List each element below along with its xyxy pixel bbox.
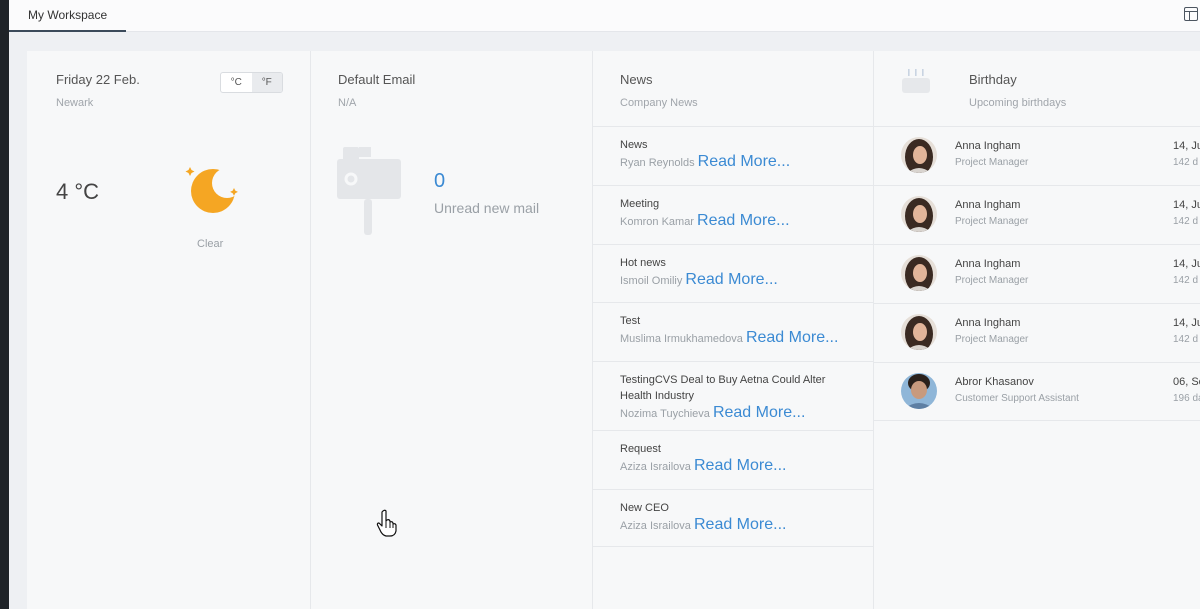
birthday-item[interactable]: Anna Ingham Project Manager 14, Ju 142 d [874,244,1200,303]
birthday-role: Project Manager [955,157,1029,168]
hand-cursor-icon [376,509,397,537]
news-item-title: News [620,139,648,151]
unread-mail-count[interactable]: 0 [434,170,445,193]
news-item-author: Muslima Irmukhamedova [620,333,746,345]
tab-my-workspace[interactable]: My Workspace [9,0,126,32]
news-widget: News Company News News Ryan Reynolds Rea… [593,51,874,609]
birthday-name: Anna Ingham [955,258,1021,270]
news-item-title: Test [620,315,641,327]
birthday-item[interactable]: Anna Ingham Project Manager 14, Ju 142 d [874,185,1200,244]
news-item-title: Hot news [620,257,666,269]
dashboard-panel: Friday 22 Feb. Newark °C °F 4 °C Clear D… [27,51,1200,609]
fahrenheit-button[interactable]: °F [251,73,282,92]
birthday-days-left: 142 d [1173,334,1199,345]
unit-toggle[interactable]: °C °F [220,72,283,93]
news-item[interactable]: Hot news Ismoil Omiliy Read More... [593,244,874,302]
read-more-link[interactable]: Read More... [713,404,805,421]
read-more-link[interactable]: Read More... [698,153,790,170]
news-item[interactable]: TestingCVS Deal to Buy Aetna Could Alter… [593,361,874,430]
news-item-title: New CEO [620,502,669,514]
news-item[interactable]: Request Aziza Israilova Read More... [593,430,874,489]
layout-icon[interactable] [1184,7,1198,21]
news-item-title: Meeting [620,198,660,210]
birthday-widget: Birthday Upcoming birthdays Anna Ingham … [874,51,1200,609]
birthday-days-left: 142 d [1173,216,1199,227]
birthday-name: Abror Khasanov [955,376,1034,388]
birthday-name: Anna Ingham [955,140,1021,152]
news-title: News [620,72,653,87]
unread-mail-label: Unread new mail [434,200,540,216]
birthday-date: 14, Ju [1173,317,1200,329]
celsius-button[interactable]: °C [221,73,252,92]
email-subtitle: N/A [338,97,357,109]
news-item-author: Komron Kamar [620,216,698,228]
news-item-author: Ryan Reynolds [620,157,698,169]
avatar [901,255,937,291]
news-item[interactable]: Test Muslima Irmukhamedova Read More... [593,302,874,361]
birthday-days-left: 142 d [1173,275,1199,286]
avatar [901,137,937,173]
weather-condition: Clear [197,238,224,250]
birthday-role: Project Manager [955,216,1029,227]
birthday-date: 14, Ju [1173,258,1200,270]
news-item-title: Request [620,443,661,455]
birthday-list: Anna Ingham Project Manager 14, Ju 142 d… [874,126,1200,421]
top-bar: My Workspace [9,0,1200,32]
avatar [901,196,937,232]
news-item-author: Aziza Israilova [620,520,694,532]
weather-city: Newark [56,97,94,109]
birthday-date: 14, Ju [1173,199,1200,211]
birthday-days-left: 196 da [1173,393,1200,404]
news-list: News Ryan Reynolds Read More... Meeting … [593,126,874,547]
news-item[interactable]: News Ryan Reynolds Read More... [593,126,874,185]
birthday-item[interactable]: Anna Ingham Project Manager 14, Ju 142 d [874,126,1200,185]
temperature: 4 °C [56,179,100,204]
news-item-title: TestingCVS Deal to Buy Aetna Could Alter… [620,374,826,402]
cake-icon [902,69,930,93]
avatar [901,373,937,409]
birthday-item[interactable]: Anna Ingham Project Manager 14, Ju 142 d [874,303,1200,362]
mailbox-icon [337,147,401,235]
read-more-link[interactable]: Read More... [694,516,786,533]
email-widget: Default Email N/A 0 Unread new mail [311,51,593,609]
birthday-name: Anna Ingham [955,199,1021,211]
moon-icon [185,167,242,213]
news-item[interactable]: New CEO Aziza Israilova Read More... [593,489,874,547]
news-item[interactable]: Meeting Komron Kamar Read More... [593,185,874,244]
weather-widget: Friday 22 Feb. Newark °C °F 4 °C Clear [27,51,311,609]
avatar [901,314,937,350]
news-item-author: Ismoil Omiliy [620,275,686,287]
birthday-name: Anna Ingham [955,317,1021,329]
email-title: Default Email [338,72,416,87]
read-more-link[interactable]: Read More... [746,329,838,346]
birthday-days-left: 142 d [1173,157,1199,168]
read-more-link[interactable]: Read More... [697,212,789,229]
birthday-date: 14, Ju [1173,140,1200,152]
birthday-title: Birthday [969,72,1017,87]
birthday-item[interactable]: Abror Khasanov Customer Support Assistan… [874,362,1200,421]
birthday-role: Customer Support Assistant [955,393,1079,404]
left-edge [0,0,9,609]
birthday-role: Project Manager [955,334,1029,345]
news-item-author: Nozima Tuychieva [620,408,713,420]
read-more-link[interactable]: Read More... [694,457,786,474]
birthday-date: 06, Se [1173,376,1200,388]
news-item-author: Aziza Israilova [620,461,694,473]
weather-date: Friday 22 Feb. [56,72,140,87]
read-more-link[interactable]: Read More... [685,271,777,288]
news-subtitle: Company News [620,97,698,109]
birthday-subtitle: Upcoming birthdays [969,97,1067,109]
birthday-role: Project Manager [955,275,1029,286]
